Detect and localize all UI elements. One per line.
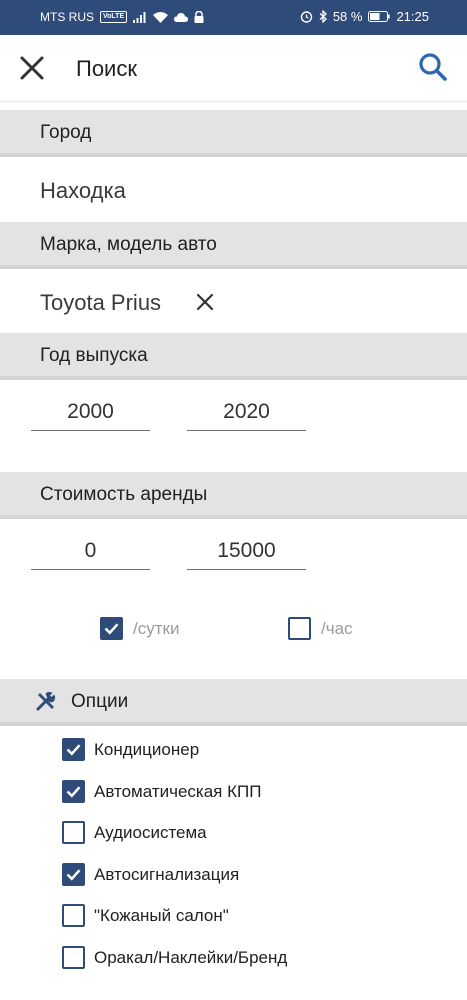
tools-icon xyxy=(36,691,56,711)
year-to-input[interactable]: 2020 xyxy=(187,397,306,431)
city-header-label: Город xyxy=(40,122,92,143)
option-audio-label: Аудиосистема xyxy=(94,823,207,842)
price-header-label: Стоимость аренды xyxy=(40,484,208,505)
city-selector[interactable]: Находка xyxy=(0,157,467,222)
options-header: Опции xyxy=(0,679,467,726)
status-bar: MTS RUS VoLTE 58 % 21:25 xyxy=(0,0,467,35)
battery-icon xyxy=(368,11,391,22)
close-button[interactable] xyxy=(18,54,46,82)
option-leather-label: "Кожаный салон" xyxy=(94,906,229,925)
option-alarm-checkbox[interactable] xyxy=(62,863,85,886)
options-header-label: Опции xyxy=(71,691,129,712)
search-button[interactable] xyxy=(417,51,449,83)
price-to-input[interactable]: 15000 xyxy=(187,536,306,570)
checkmark-icon xyxy=(66,869,81,881)
clear-icon xyxy=(196,293,214,311)
app-bar: Поиск xyxy=(0,35,467,101)
period-hour-checkbox[interactable] xyxy=(288,617,311,640)
car-header: Марка, модель авто xyxy=(0,222,467,269)
checkmark-icon xyxy=(66,744,81,756)
checkmark-icon xyxy=(104,623,119,635)
car-selector[interactable]: Toyota Prius xyxy=(0,269,467,333)
alarm-icon xyxy=(300,10,313,23)
battery-percent: 58 % xyxy=(332,9,363,24)
volte-badge: VoLTE xyxy=(100,11,128,23)
option-leather-checkbox[interactable] xyxy=(62,904,85,927)
option-conditioner-checkbox[interactable] xyxy=(62,738,85,761)
option-audio-checkbox[interactable] xyxy=(62,821,85,844)
page-title: Поиск xyxy=(76,56,137,81)
car-header-label: Марка, модель авто xyxy=(40,234,217,255)
signal-icon xyxy=(133,11,147,23)
bluetooth-icon xyxy=(319,10,327,23)
option-alarm-label: Автосигнализация xyxy=(94,865,240,884)
city-value: Находка xyxy=(40,178,126,203)
city-header: Город xyxy=(0,110,467,157)
year-header-label: Год выпуска xyxy=(40,345,148,366)
option-branding-label: Оракал/Наклейки/Бренд xyxy=(94,948,288,967)
search-icon xyxy=(419,53,447,81)
option-automatic-checkbox[interactable] xyxy=(62,780,85,803)
car-value: Toyota Prius xyxy=(40,290,162,315)
year-from-input[interactable]: 2000 xyxy=(31,397,150,431)
period-hour-label: /час xyxy=(321,619,353,638)
price-header: Стоимость аренды xyxy=(0,472,467,519)
clock: 21:25 xyxy=(396,9,429,24)
carrier-label: MTS RUS xyxy=(40,10,94,24)
period-day-checkbox[interactable] xyxy=(100,617,123,640)
close-icon xyxy=(20,56,44,80)
price-from-input[interactable]: 0 xyxy=(31,536,150,570)
period-day-label: /сутки xyxy=(133,619,180,638)
clear-car-button[interactable] xyxy=(195,292,215,312)
lock-icon xyxy=(194,11,204,23)
checkmark-icon xyxy=(66,786,81,798)
wifi-icon xyxy=(153,11,169,23)
cloud-icon xyxy=(174,12,189,22)
option-branding-checkbox[interactable] xyxy=(62,946,85,969)
option-automatic-label: Автоматическая КПП xyxy=(94,782,262,801)
year-header: Год выпуска xyxy=(0,333,467,380)
option-conditioner-label: Кондиционер xyxy=(94,740,200,759)
